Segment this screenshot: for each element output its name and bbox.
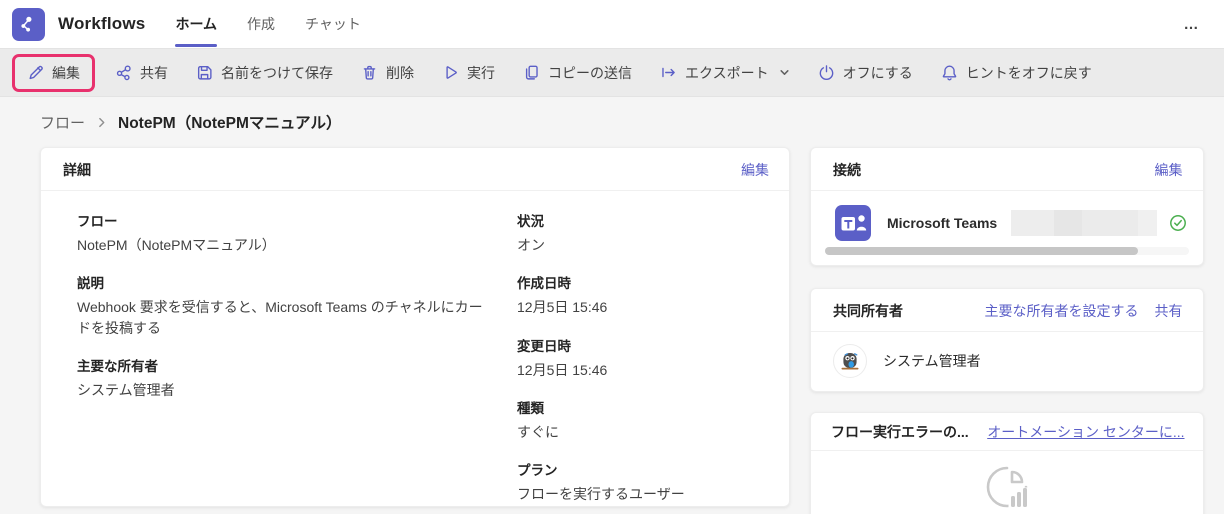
- field-modified: 変更日時 12月5日 15:46: [517, 335, 767, 380]
- breadcrumb-flows-link[interactable]: フロー: [40, 112, 85, 133]
- field-label: プラン: [517, 463, 558, 479]
- send-copy-label: コピーの送信: [548, 64, 632, 81]
- save-as-button[interactable]: 名前をつけて保存: [185, 57, 344, 89]
- microsoft-teams-icon: [835, 205, 871, 241]
- tab-create[interactable]: 作成: [247, 0, 275, 48]
- scrollbar-thumb[interactable]: [825, 247, 1138, 255]
- more-options-icon[interactable]: …: [1178, 13, 1207, 36]
- set-primary-owner-link[interactable]: 主要な所有者を設定する: [985, 301, 1139, 321]
- field-label: 変更日時: [517, 338, 571, 354]
- field-status: 状況 オン: [517, 210, 767, 255]
- turn-off-label: オフにする: [842, 64, 913, 81]
- trash-icon: [363, 65, 376, 80]
- export-button[interactable]: エクスポート: [649, 57, 801, 89]
- copy-icon: [525, 65, 538, 80]
- details-left-column: フロー NotePM（NotePMマニュアル） 説明 Webhook 要求を受信…: [77, 210, 517, 514]
- save-as-label: 名前をつけて保存: [221, 64, 333, 81]
- app-title: Workflows: [58, 14, 146, 33]
- field-label: 状況: [517, 214, 544, 229]
- send-copy-button[interactable]: コピーの送信: [512, 57, 643, 89]
- chevron-right-icon: [99, 117, 105, 127]
- owner-name: システム管理者: [883, 353, 981, 369]
- field-value: 12月5日 15:46: [517, 361, 608, 378]
- co-owners-title: 共同所有者: [833, 303, 903, 319]
- bell-icon: [942, 65, 957, 81]
- edit-button[interactable]: 編集: [21, 59, 86, 87]
- export-icon: [662, 67, 675, 78]
- connection-name: Microsoft Teams: [887, 215, 998, 231]
- edit-label: 編集: [52, 64, 80, 81]
- field-value: すぐに: [517, 423, 559, 440]
- field-value: Webhook 要求を受信すると、Microsoft Teams のチャネルにカ…: [77, 299, 483, 336]
- automation-center-link[interactable]: オートメーション センターに...: [987, 422, 1184, 442]
- field-value: フローを実行するユーザー: [517, 486, 685, 503]
- flow-toolbar: 編集 共有 名前をつけて保存 削除 実行 コピーの送信 エクスポート オフにする…: [0, 48, 1224, 97]
- run-errors-title: フロー実行エラーの...: [831, 424, 969, 440]
- horizontal-scrollbar[interactable]: [825, 247, 1189, 255]
- field-primary-owner: 主要な所有者 システム管理者: [77, 355, 487, 400]
- analytics-pie-chart-icon: [986, 466, 1033, 512]
- power-icon: [819, 65, 833, 81]
- run-errors-card: フロー実行エラーの... オートメーション センターに... このフローだけでな…: [810, 412, 1204, 514]
- connection-status-ok-icon: [1169, 214, 1187, 232]
- field-value: NotePM（NotePMマニュアル）: [77, 237, 276, 253]
- field-description: 説明 Webhook 要求を受信すると、Microsoft Teams のチャネ…: [77, 272, 487, 338]
- owner-row: システム管理者: [811, 332, 1203, 391]
- connection-row[interactable]: Microsoft Teams: [811, 191, 1203, 241]
- field-label: 作成日時: [517, 276, 571, 292]
- redacted-account-text: [1011, 210, 1157, 236]
- chevron-down-icon: [780, 70, 789, 75]
- field-value: システム管理者: [77, 381, 175, 398]
- details-right-column: 状況 オン 作成日時 12月5日 15:46 変更日時 12月5日 15:46 …: [517, 210, 767, 514]
- share-network-glyph: [21, 16, 32, 32]
- field-type: 種類 すぐに: [517, 397, 767, 442]
- breadcrumb-current-flow: NotePM（NotePMマニュアル）: [118, 115, 342, 132]
- field-created: 作成日時 12月5日 15:46: [517, 272, 767, 317]
- co-owners-share-link[interactable]: 共有: [1155, 301, 1183, 321]
- play-icon: [446, 66, 457, 79]
- connections-card: 接続 編集 Microsoft Teams: [810, 147, 1204, 266]
- details-edit-link[interactable]: 編集: [741, 160, 769, 180]
- run-label: 実行: [467, 64, 495, 81]
- app-header: Workflows ホーム 作成 チャット …: [0, 0, 1224, 48]
- field-plan: プラン フローを実行するユーザー: [517, 459, 767, 504]
- share-label: 共有: [140, 64, 168, 81]
- connections-edit-link[interactable]: 編集: [1155, 160, 1183, 180]
- delete-label: 削除: [386, 64, 414, 81]
- field-value: オン: [517, 237, 545, 253]
- main-content: フロー NotePM（NotePMマニュアル） 詳細 編集 フロー NotePM…: [0, 97, 1224, 514]
- workflows-logo-icon[interactable]: [12, 7, 45, 41]
- connections-title: 接続: [833, 162, 861, 178]
- owl-avatar-image: [841, 353, 859, 370]
- co-owners-card: 共同所有者 主要な所有者を設定する 共有 システム管理者: [810, 288, 1204, 392]
- run-button[interactable]: 実行: [431, 57, 506, 89]
- restore-hints-label: ヒントをオフに戻す: [965, 64, 1092, 81]
- field-label: フロー: [77, 214, 118, 229]
- field-flow: フロー NotePM（NotePMマニュアル）: [77, 210, 487, 255]
- share-button[interactable]: 共有: [104, 57, 179, 89]
- turn-off-button[interactable]: オフにする: [807, 57, 924, 89]
- delete-button[interactable]: 削除: [350, 57, 425, 89]
- details-card: 詳細 編集 フロー NotePM（NotePMマニュアル） 説明 Webhook…: [40, 147, 790, 507]
- right-column: 接続 編集 Microsoft Teams 共同所有者 主要な所有者を設定する …: [810, 147, 1204, 514]
- field-label: 種類: [517, 400, 544, 416]
- tab-chat[interactable]: チャット: [305, 0, 361, 48]
- details-title: 詳細: [63, 162, 91, 178]
- restore-hints-button[interactable]: ヒントをオフに戻す: [930, 57, 1103, 89]
- top-tabs: ホーム 作成 チャット: [175, 0, 361, 48]
- share-icon: [116, 65, 131, 81]
- breadcrumb: フロー NotePM（NotePMマニュアル）: [40, 105, 1190, 147]
- owner-avatar: [833, 344, 867, 378]
- save-as-icon: [197, 65, 212, 80]
- edit-button-annotation-box: 編集: [12, 53, 95, 92]
- field-label: 説明: [77, 276, 104, 292]
- pencil-icon: [29, 65, 43, 80]
- tab-home[interactable]: ホーム: [175, 0, 217, 48]
- field-value: 12月5日 15:46: [517, 299, 608, 316]
- field-label: 主要な所有者: [77, 358, 158, 374]
- export-label: エクスポート: [685, 64, 769, 81]
